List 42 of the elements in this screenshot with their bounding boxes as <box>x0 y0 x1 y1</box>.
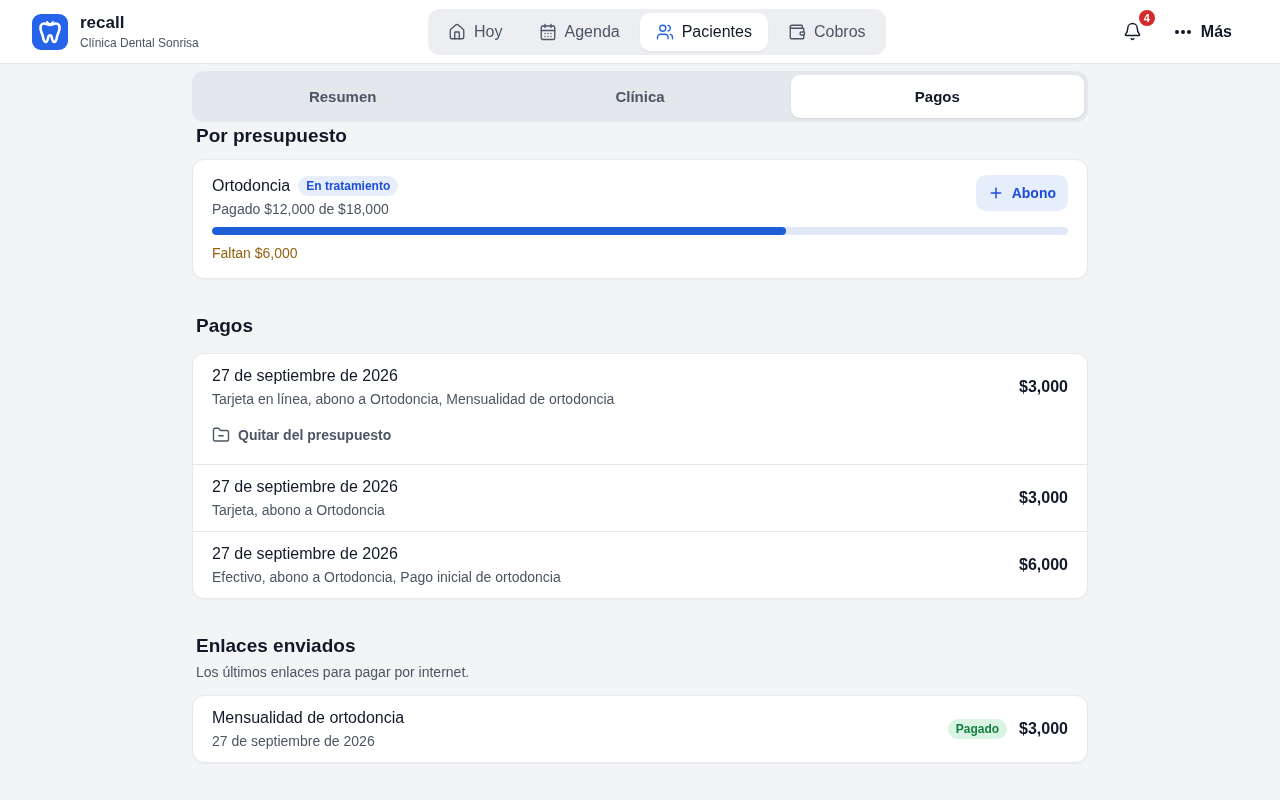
section-heading: Pagos <box>195 314 255 338</box>
more-button[interactable]: Más <box>1158 14 1248 49</box>
treatment-name: Ortodoncia <box>212 176 291 196</box>
bell-icon <box>1123 22 1143 41</box>
remaining-amount: Faltan $6,000 <box>212 244 299 263</box>
clinic-name: Clínica Dental Sonrisa <box>80 35 199 51</box>
calendar-icon <box>538 22 557 41</box>
section-description: Los últimos enlaces para pagar por internet. <box>195 663 471 682</box>
payment-detail: Tarjeta en línea, abono a Ortodoncia, Mensualidad de ortodoncia <box>212 390 615 409</box>
payment-amount: $3,000 <box>1019 377 1068 397</box>
section-heading: Por presupuesto <box>195 124 348 148</box>
house-icon <box>448 22 467 41</box>
link-date: 27 de septiembre de 2026 <box>212 732 376 751</box>
payment-date: 27 de septiembre de 2026 <box>212 366 399 386</box>
section-tab[interactable]: Resumen <box>196 75 490 118</box>
notification-count: 4 <box>1136 7 1157 28</box>
add-payment-button[interactable]: Abono <box>975 175 1068 211</box>
section-tab[interactable]: Clínica <box>493 75 787 118</box>
tooth-logo-icon <box>32 13 68 50</box>
ellipsis-icon <box>1174 29 1191 34</box>
payment-amount: $6,000 <box>1019 555 1068 575</box>
remove-from-budget-button[interactable]: Quitar del presupuesto <box>212 421 392 449</box>
section-heading: Enlaces enviados <box>195 634 357 658</box>
paid-amount: Pagado $12,000 de $18,000 <box>212 200 390 219</box>
users-icon <box>655 22 674 41</box>
payment-detail: Efectivo, abono a Ortodoncia, Pago inicial de ortodoncia <box>212 568 561 587</box>
section-tab[interactable]: Pagos <box>790 75 1084 118</box>
link-amount: $3,000 <box>1019 719 1068 739</box>
folder-minus-icon <box>212 426 230 444</box>
wallet-icon <box>787 22 806 41</box>
link-title: Mensualidad de ortodoncia <box>212 708 405 728</box>
status-badge: En tratamiento <box>298 176 399 196</box>
nav-tab[interactable]: Agenda <box>522 12 636 51</box>
nav-tab[interactable]: Cobros <box>771 12 882 51</box>
app-name: recall <box>80 12 126 34</box>
payment-date: 27 de septiembre de 2026 <box>212 477 398 497</box>
nav-tab[interactable]: Hoy <box>432 12 519 51</box>
status-badge: Pagado <box>947 719 1008 739</box>
payment-detail: Tarjeta, abono a Ortodoncia <box>212 501 386 520</box>
payment-date: 27 de septiembre de 2026 <box>212 544 399 564</box>
payment-amount: $3,000 <box>1019 488 1068 508</box>
nav-tab[interactable]: Pacientes <box>639 12 768 51</box>
